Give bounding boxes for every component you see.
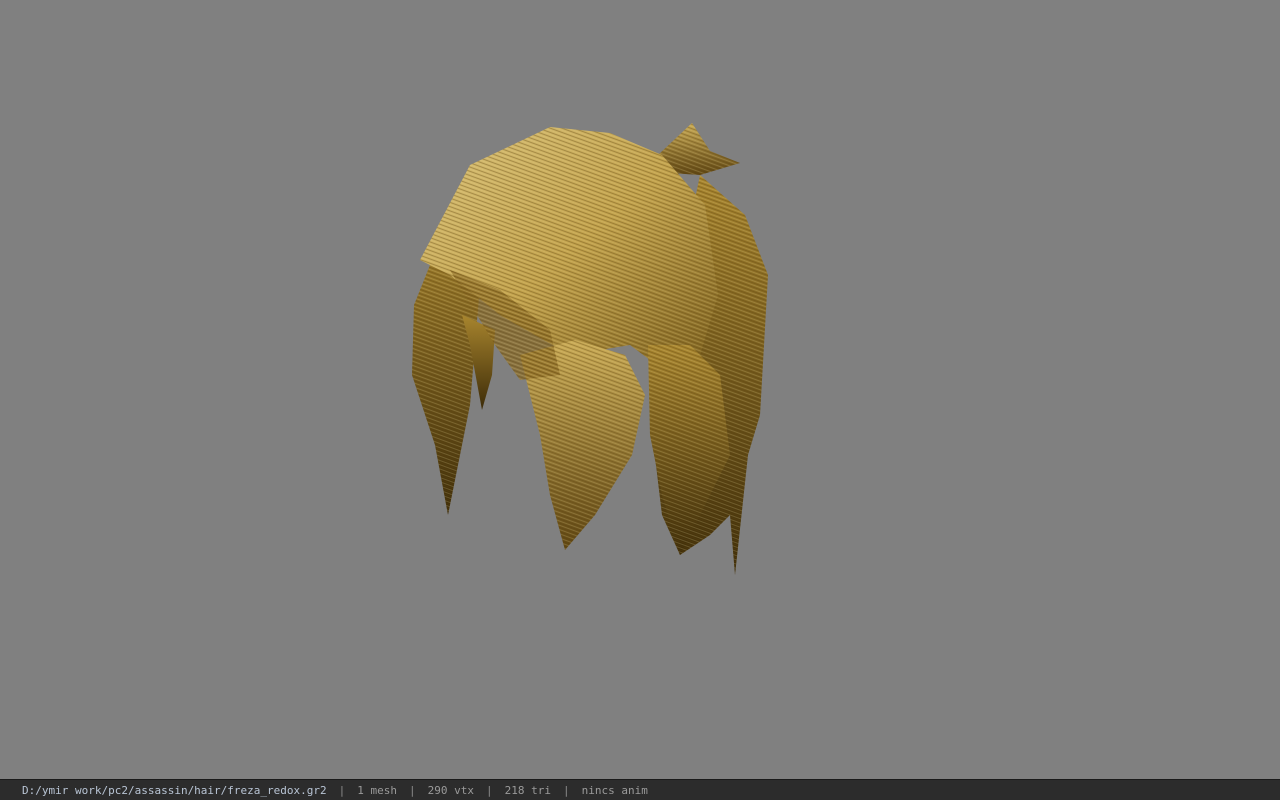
hair-model-render <box>412 123 768 575</box>
mesh-count: 1 mesh <box>357 783 398 797</box>
separator: | <box>409 783 416 797</box>
separator: | <box>338 783 346 797</box>
triangle-count: 218 tri <box>504 783 551 797</box>
separator: | <box>486 783 493 797</box>
3d-viewport[interactable] <box>0 0 1280 779</box>
vertex-count: 290 vtx <box>427 783 474 797</box>
animation-status: nincs anim <box>581 783 648 797</box>
status-bar: D:/ymir work/pc2/assassin/hair/freza_red… <box>0 779 1280 800</box>
separator: | <box>562 783 570 797</box>
file-path: D:/ymir work/pc2/assassin/hair/freza_red… <box>22 783 327 797</box>
